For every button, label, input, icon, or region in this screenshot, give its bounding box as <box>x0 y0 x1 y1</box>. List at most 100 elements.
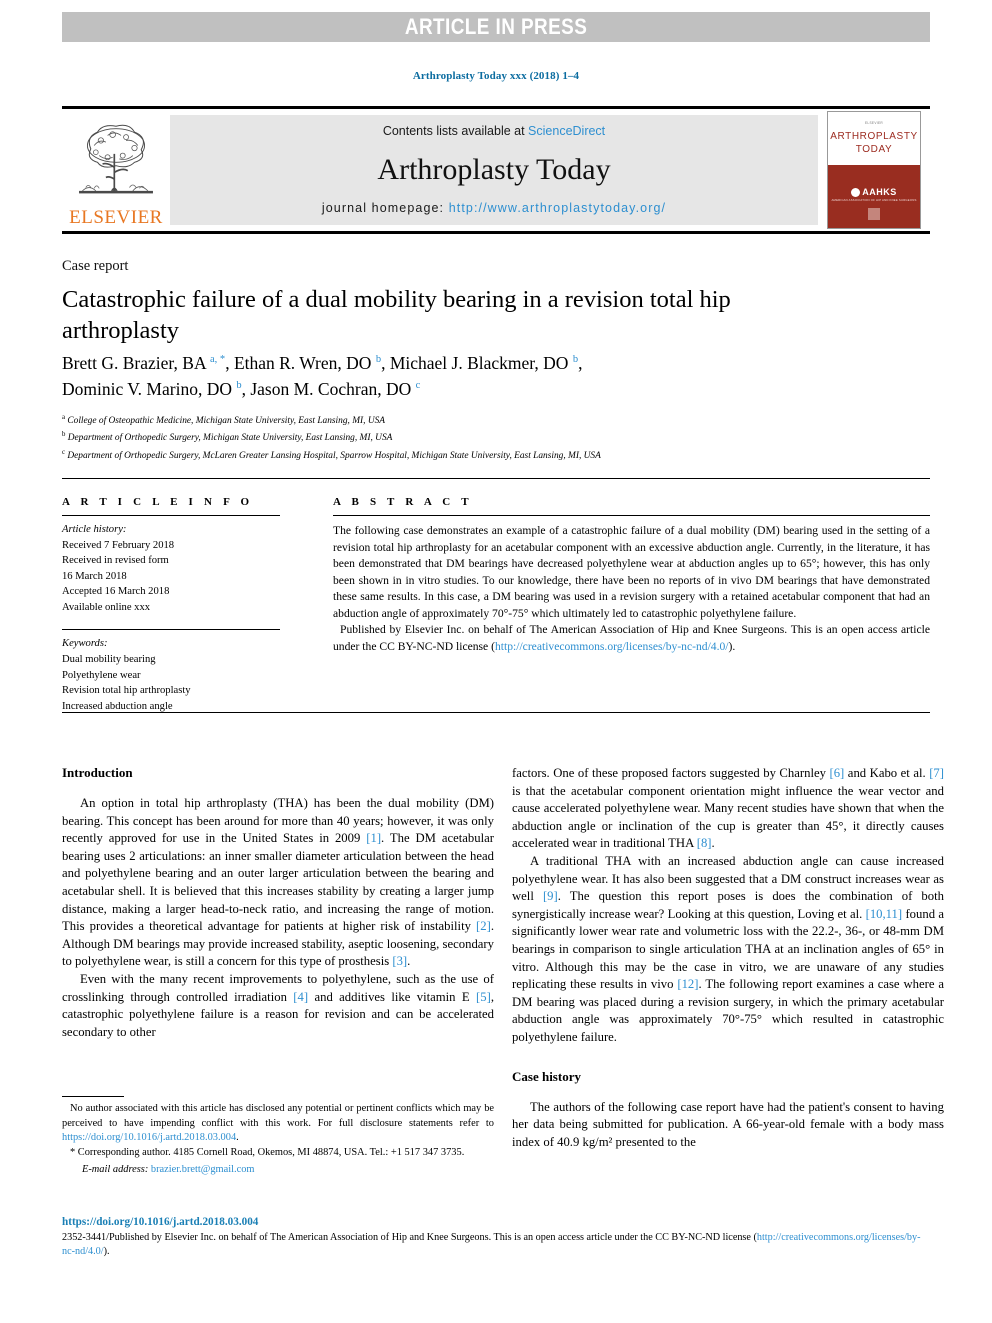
disclosure-doi-link[interactable]: https://doi.org/10.1016/j.artd.2018.03.0… <box>62 1132 236 1143</box>
elsevier-wordmark: ELSEVIER <box>69 207 163 228</box>
publisher-footer: https://doi.org/10.1016/j.artd.2018.03.0… <box>62 1216 930 1260</box>
info-block-top-rule <box>62 478 930 479</box>
contents-lists-line: Contents lists available at ScienceDirec… <box>383 124 605 138</box>
aahks-logo: AAHKS <box>851 187 897 197</box>
citation-2[interactable]: [2] <box>476 919 491 933</box>
history-received: Received 7 February 2018 <box>62 539 175 551</box>
footer-issn-text-b: ). <box>103 1246 110 1258</box>
article-in-press-label: ARTICLE IN PRESS <box>404 14 588 39</box>
author-sep-1: , Ethan R. Wren, DO <box>225 353 376 373</box>
author-5-affil-mark[interactable]: c <box>416 380 421 391</box>
affiliation-b-mark: b <box>62 431 66 439</box>
journal-homepage-link[interactable]: http://www.arthroplastytoday.org/ <box>449 201 666 215</box>
footnote-disclosure: No author associated with this article h… <box>62 1102 494 1146</box>
abstract-heading: A B S T R A C T <box>333 496 473 508</box>
abstract-block: A B S T R A C T The following case demon… <box>333 496 930 656</box>
section-heading-introduction: Introduction <box>62 765 133 780</box>
r1-part-d: . <box>711 836 715 851</box>
affiliation-b: b Department of Orthopedic Surgery, Mich… <box>62 429 932 446</box>
affiliation-b-text: Department of Orthopedic Surgery, Michig… <box>67 433 393 444</box>
keywords-block: Keywords: Dual mobility bearing Polyethy… <box>62 636 292 714</box>
citation-7[interactable]: [7] <box>929 766 944 780</box>
citation-10-11[interactable]: [10,11] <box>866 907 903 921</box>
citation-8[interactable]: [8] <box>697 836 712 850</box>
article-history-label: Article history: <box>62 524 127 535</box>
license-link[interactable]: http://creativecommons.org/licenses/by-n… <box>495 640 729 653</box>
cover-image: ELSEVIER ARTHROPLASTY TODAY AAHKS AMERIC… <box>827 111 921 229</box>
article-info-rule-2 <box>62 629 280 631</box>
abstract-rule <box>333 515 930 516</box>
r1-part-b: and Kabo et al. <box>844 766 930 780</box>
running-head: Arthroplasty Today xxx (2018) 1–4 <box>412 70 580 82</box>
cover-top-panel: ELSEVIER ARTHROPLASTY TODAY <box>828 112 920 166</box>
keyword-3: Revision total hip arthroplasty <box>62 685 191 697</box>
citation-4[interactable]: [4] <box>293 990 308 1004</box>
citation-12[interactable]: [12] <box>677 977 698 991</box>
email-label: E-mail address: <box>82 1164 149 1176</box>
p2-part-b: and additives like vitamin E <box>308 989 477 1004</box>
history-revised: Received in revised form <box>62 555 169 567</box>
affiliation-c: c Department of Orthopedic Surgery, McLa… <box>62 447 932 464</box>
citation-5[interactable]: [5] <box>476 990 491 1004</box>
author-sep-2: , Michael J. Blackmer, DO <box>381 353 573 373</box>
aahks-mark-icon <box>851 187 861 197</box>
footer-issn-text-a: 2352-3441/Published by Elsevier Inc. on … <box>62 1232 757 1243</box>
intro-paragraph-2: Even with the many recent improvements t… <box>62 971 494 1041</box>
intro-paragraph-3: factors. One of these proposed factors s… <box>512 765 944 853</box>
elsevier-logo: ELSEVIER <box>62 109 170 231</box>
citation-9[interactable]: [9] <box>543 889 558 903</box>
article-info-block: A R T I C L E I N F O Article history: R… <box>62 496 292 714</box>
abstract-license-paragraph: Published by Elsevier Inc. on behalf of … <box>333 622 930 655</box>
footer-doi-link[interactable]: https://doi.org/10.1016/j.artd.2018.03.0… <box>62 1216 930 1228</box>
footnote-block: No author associated with this article h… <box>62 1096 494 1178</box>
elsevier-tree-icon <box>79 124 153 194</box>
author-list: Brett G. Brazier, BA a, *, Ethan R. Wren… <box>62 350 902 403</box>
citation-3[interactable]: [3] <box>392 954 407 968</box>
article-history: Article history: Received 7 February 201… <box>62 522 292 615</box>
affiliation-a-mark: a <box>62 414 66 421</box>
affiliation-list: a College of Osteopathic Medicine, Michi… <box>62 412 932 464</box>
affiliation-a-text: College of Osteopathic Medicine, Michiga… <box>67 416 386 427</box>
history-online: Available online xxx <box>62 601 151 613</box>
cover-publisher-label: ELSEVIER <box>865 121 883 126</box>
sciencedirect-link[interactable]: ScienceDirect <box>528 124 605 138</box>
history-accepted: Accepted 16 March 2018 <box>62 586 170 598</box>
footnote-email: E-mail address: brazier.brett@gmail.com <box>62 1163 494 1178</box>
article-info-heading: A R T I C L E I N F O <box>62 496 254 508</box>
page-title: Catastrophic failure of a dual mobility … <box>62 286 731 345</box>
license-suffix: ). <box>728 640 736 654</box>
r1-part-c: is that the acetabular component orienta… <box>512 783 944 851</box>
author-1: Brett G. Brazier, BA <box>62 353 211 373</box>
affiliation-c-mark: c <box>62 448 66 456</box>
citation-1[interactable]: [1] <box>366 831 381 845</box>
journal-masthead: ELSEVIER Contents lists available at Sci… <box>62 106 930 234</box>
disclosure-text-a: No author associated with this article h… <box>62 1103 494 1129</box>
article-in-press-banner: ARTICLE IN PRESS <box>62 12 930 42</box>
author-sep-3: , <box>578 353 583 373</box>
paper-page: ARTICLE IN PRESS Arthroplasty Today xxx … <box>0 0 992 1323</box>
abstract-paragraph: The following case demonstrates an examp… <box>333 524 930 620</box>
article-info-rule-1 <box>62 515 280 516</box>
journal-title: Arthroplasty Today <box>377 152 611 186</box>
author-4: Dominic V. Marino, DO <box>62 379 237 400</box>
intro-paragraph-4: A traditional THA with an increased abdu… <box>512 853 944 1047</box>
citation-6[interactable]: [6] <box>829 766 844 780</box>
footnote-corresponding-author: * Corresponding author. 4185 Cornell Roa… <box>62 1146 494 1161</box>
case-history-paragraph-1: The authors of the following case report… <box>512 1099 944 1149</box>
cover-seal-icon <box>868 208 880 220</box>
author-1-affil-mark[interactable]: a, * <box>210 354 225 365</box>
footer-issn-line: 2352-3441/Published by Elsevier Inc. on … <box>62 1231 930 1260</box>
affiliation-a: a College of Osteopathic Medicine, Michi… <box>62 412 932 429</box>
corresponding-text: Corresponding author. 4185 Cornell Road,… <box>75 1146 465 1158</box>
body-column-left: Introduction An option in total hip arth… <box>62 765 494 1041</box>
disclosure-text-b: . <box>236 1132 239 1144</box>
aahks-label: AAHKS <box>862 187 897 197</box>
footnote-rule <box>62 1096 124 1097</box>
cover-title-line2: TODAY <box>855 143 893 155</box>
email-link[interactable]: brazier.brett@gmail.com <box>151 1164 255 1175</box>
p1-part-b: . The DM acetabular bearing uses 2 artic… <box>62 831 494 934</box>
intro-paragraph-1: An option in total hip arthroplasty (THA… <box>62 795 494 971</box>
r1-part-a: factors. One of these proposed factors s… <box>512 766 830 780</box>
body-column-right: factors. One of these proposed factors s… <box>512 765 944 1151</box>
journal-homepage-line: journal homepage: http://www.arthroplast… <box>322 201 666 215</box>
